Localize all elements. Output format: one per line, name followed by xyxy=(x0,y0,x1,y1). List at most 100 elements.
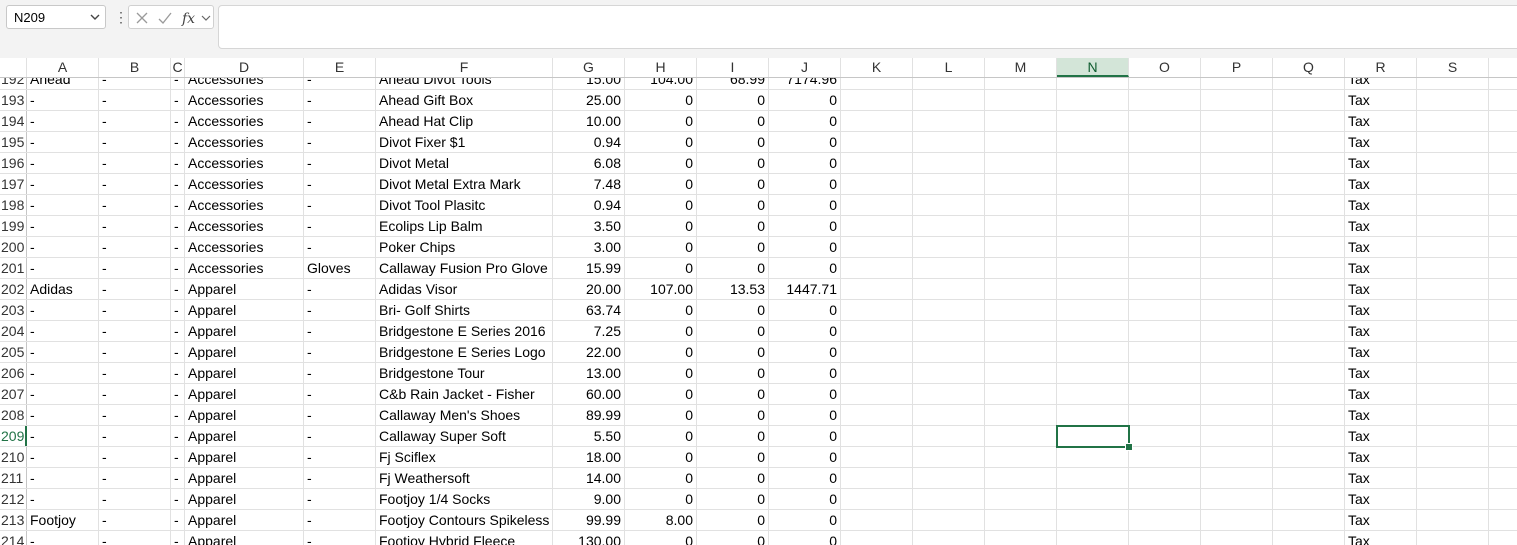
cell-a200[interactable]: - xyxy=(27,237,99,257)
cell-i202[interactable]: 13.53 xyxy=(697,279,769,299)
cell-c211[interactable]: - xyxy=(171,468,185,488)
cell-p197[interactable] xyxy=(1201,174,1273,194)
cell-b194[interactable]: - xyxy=(99,111,171,131)
column-header-n[interactable]: N xyxy=(1057,58,1129,77)
cell-o193[interactable] xyxy=(1129,90,1201,110)
cell-a192[interactable]: Ahead xyxy=(27,78,99,89)
cell-r198[interactable]: Tax xyxy=(1345,195,1417,215)
cell-o214[interactable] xyxy=(1129,531,1201,545)
cell-l193[interactable] xyxy=(913,90,985,110)
cell-l212[interactable] xyxy=(913,489,985,509)
cell-g202[interactable]: 20.00 xyxy=(553,279,625,299)
cell-h208[interactable]: 0 xyxy=(625,405,697,425)
cell-b195[interactable]: - xyxy=(99,132,171,152)
cell-g214[interactable]: 130.00 xyxy=(553,531,625,545)
cell-o192[interactable] xyxy=(1129,78,1201,89)
cell-e207[interactable]: - xyxy=(304,384,376,404)
cell-i204[interactable]: 0 xyxy=(697,321,769,341)
cell-a198[interactable]: - xyxy=(27,195,99,215)
cell-f201[interactable]: Callaway Fusion Pro Glove xyxy=(376,258,553,278)
cell-s205[interactable] xyxy=(1417,342,1489,362)
cell-p192[interactable] xyxy=(1201,78,1273,89)
cell-o213[interactable] xyxy=(1129,510,1201,530)
cell-m204[interactable] xyxy=(985,321,1057,341)
cell-k200[interactable] xyxy=(841,237,913,257)
cell-h206[interactable]: 0 xyxy=(625,363,697,383)
cell-s202[interactable] xyxy=(1417,279,1489,299)
cell-l198[interactable] xyxy=(913,195,985,215)
cell-q192[interactable] xyxy=(1273,78,1345,89)
insert-function-icon[interactable]: fx xyxy=(181,10,199,26)
cell-g194[interactable]: 10.00 xyxy=(553,111,625,131)
cell-n206[interactable] xyxy=(1057,363,1129,383)
cell-o205[interactable] xyxy=(1129,342,1201,362)
cell-a197[interactable]: - xyxy=(27,174,99,194)
cell-d211[interactable]: Apparel xyxy=(185,468,304,488)
cell-d208[interactable]: Apparel xyxy=(185,405,304,425)
cell-l203[interactable] xyxy=(913,300,985,320)
cell-s195[interactable] xyxy=(1417,132,1489,152)
cell-e214[interactable]: - xyxy=(304,531,376,545)
cell-f202[interactable]: Adidas Visor xyxy=(376,279,553,299)
cell-b202[interactable]: - xyxy=(99,279,171,299)
cell-n212[interactable] xyxy=(1057,489,1129,509)
cell-e208[interactable]: - xyxy=(304,405,376,425)
cell-i213[interactable]: 0 xyxy=(697,510,769,530)
cell-o200[interactable] xyxy=(1129,237,1201,257)
cell-d209[interactable]: Apparel xyxy=(185,426,304,446)
cell-i208[interactable]: 0 xyxy=(697,405,769,425)
cell-c206[interactable]: - xyxy=(171,363,185,383)
cell-i197[interactable]: 0 xyxy=(697,174,769,194)
more-options-icon[interactable]: ⋮ xyxy=(114,8,128,26)
cell-d214[interactable]: Apparel xyxy=(185,531,304,545)
cell-c203[interactable]: - xyxy=(171,300,185,320)
row-header[interactable]: 201 xyxy=(0,258,27,278)
cell-k197[interactable] xyxy=(841,174,913,194)
cell-a213[interactable]: Footjoy xyxy=(27,510,99,530)
cell-m213[interactable] xyxy=(985,510,1057,530)
cell-h199[interactable]: 0 xyxy=(625,216,697,236)
cell-s201[interactable] xyxy=(1417,258,1489,278)
cell-q214[interactable] xyxy=(1273,531,1345,545)
cell-h213[interactable]: 8.00 xyxy=(625,510,697,530)
cell-n195[interactable] xyxy=(1057,132,1129,152)
cell-j200[interactable]: 0 xyxy=(769,237,841,257)
cell-a195[interactable]: - xyxy=(27,132,99,152)
cell-g213[interactable]: 99.99 xyxy=(553,510,625,530)
cell-a207[interactable]: - xyxy=(27,384,99,404)
row-header[interactable]: 206 xyxy=(0,363,27,383)
cell-f210[interactable]: Fj Sciflex xyxy=(376,447,553,467)
cell-q201[interactable] xyxy=(1273,258,1345,278)
row-header[interactable]: 214 xyxy=(0,531,27,545)
cell-m211[interactable] xyxy=(985,468,1057,488)
cell-q199[interactable] xyxy=(1273,216,1345,236)
cell-k212[interactable] xyxy=(841,489,913,509)
cell-n192[interactable] xyxy=(1057,78,1129,89)
cell-f211[interactable]: Fj Weathersoft xyxy=(376,468,553,488)
cell-l213[interactable] xyxy=(913,510,985,530)
cell-b193[interactable]: - xyxy=(99,90,171,110)
cell-k203[interactable] xyxy=(841,300,913,320)
cell-f206[interactable]: Bridgestone Tour xyxy=(376,363,553,383)
cell-m206[interactable] xyxy=(985,363,1057,383)
cell-b203[interactable]: - xyxy=(99,300,171,320)
cell-p204[interactable] xyxy=(1201,321,1273,341)
cell-q208[interactable] xyxy=(1273,405,1345,425)
cell-r195[interactable]: Tax xyxy=(1345,132,1417,152)
cell-e199[interactable]: - xyxy=(304,216,376,236)
cell-n202[interactable] xyxy=(1057,279,1129,299)
cell-a208[interactable]: - xyxy=(27,405,99,425)
cell-f192[interactable]: Ahead Divot Tools xyxy=(376,78,553,89)
row-header[interactable]: 196 xyxy=(0,153,27,173)
cell-i206[interactable]: 0 xyxy=(697,363,769,383)
name-box[interactable]: N209 xyxy=(6,5,106,29)
cell-m214[interactable] xyxy=(985,531,1057,545)
cell-q204[interactable] xyxy=(1273,321,1345,341)
cell-d200[interactable]: Accessories xyxy=(185,237,304,257)
cell-f204[interactable]: Bridgestone E Series 2016 xyxy=(376,321,553,341)
cell-h194[interactable]: 0 xyxy=(625,111,697,131)
cell-c202[interactable]: - xyxy=(171,279,185,299)
row-header[interactable]: 207 xyxy=(0,384,27,404)
cell-l207[interactable] xyxy=(913,384,985,404)
column-header-m[interactable]: M xyxy=(985,58,1057,77)
